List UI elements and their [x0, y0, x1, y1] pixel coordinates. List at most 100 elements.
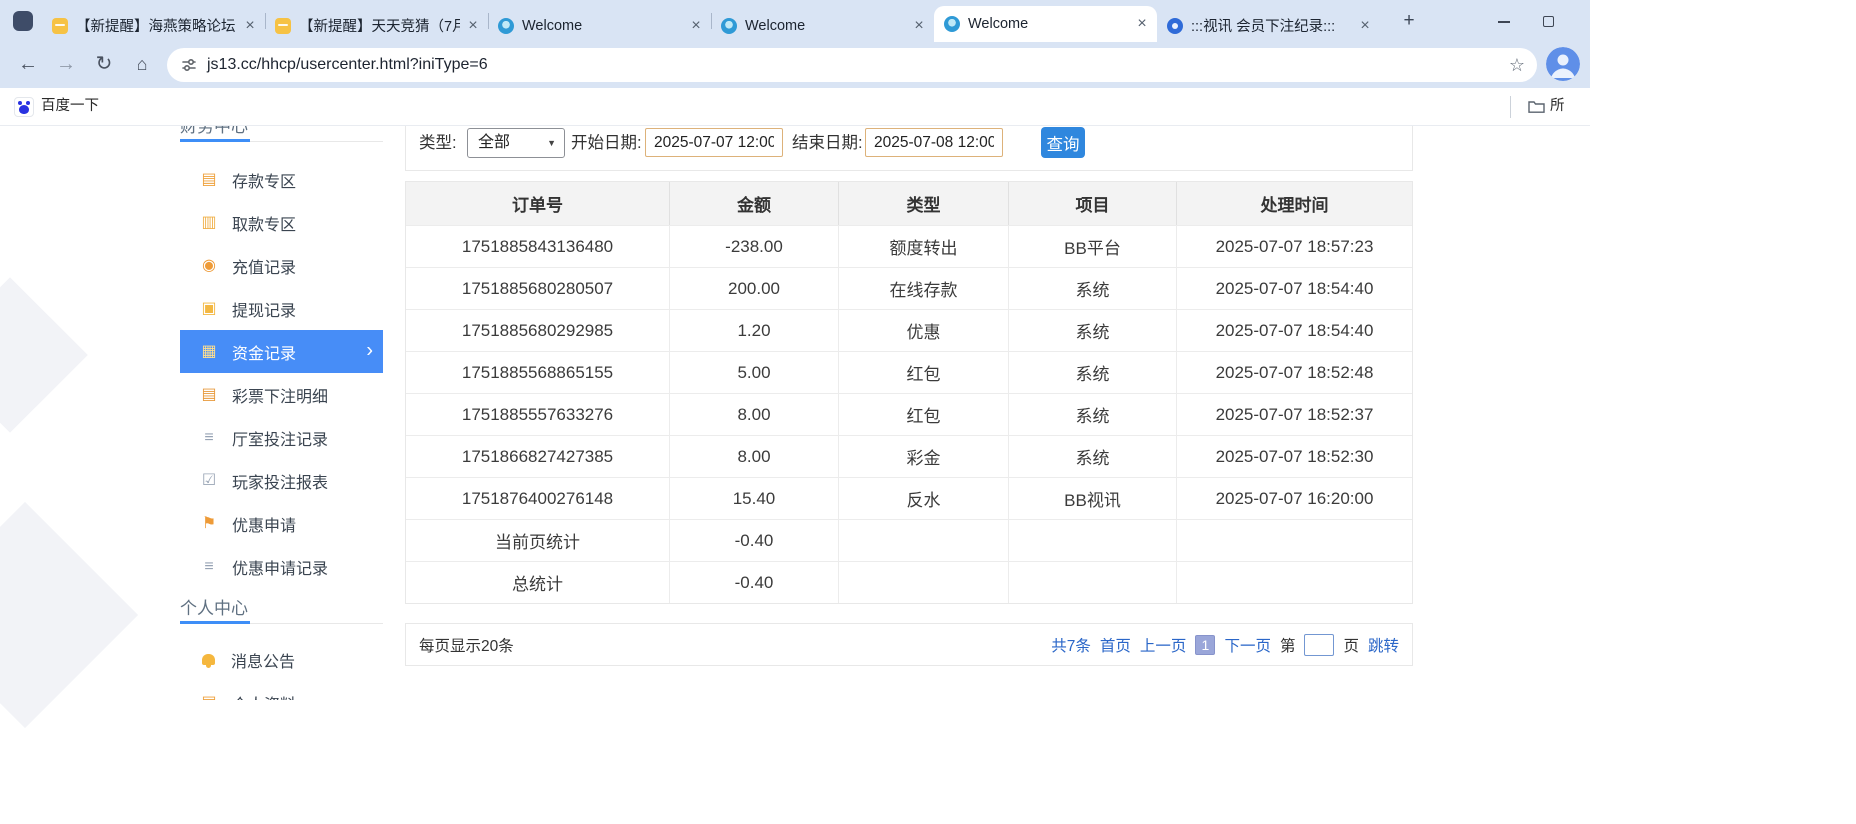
next-page-link[interactable]: 下一页: [1224, 634, 1271, 656]
forward-button[interactable]: →: [50, 48, 82, 80]
deco-triangle-1: [0, 277, 88, 433]
table-row-page-total: 当前页统计 -0.40: [406, 519, 1412, 561]
back-button[interactable]: ←: [12, 48, 44, 80]
new-tab-button[interactable]: +: [1398, 10, 1420, 32]
cell-project: 系统: [1008, 268, 1176, 309]
table-row: 1751885843136480 -238.00 额度转出 BB平台 2025-…: [406, 225, 1412, 267]
close-icon[interactable]: ×: [687, 17, 705, 35]
site-settings-icon[interactable]: [181, 57, 197, 78]
jump-page-input[interactable]: [1304, 634, 1334, 656]
deco-triangle-2: [0, 502, 138, 728]
record-favicon: [1167, 18, 1183, 34]
tab-welcome-active[interactable]: Welcome ×: [934, 6, 1157, 42]
cell-time: 2025-07-07 18:52:30: [1176, 436, 1412, 477]
sidebar-item-player-bet-report[interactable]: ☑ 玩家投注报表: [180, 459, 383, 502]
tab-welcome-2[interactable]: Welcome ×: [711, 9, 934, 42]
first-page-link[interactable]: 首页: [1100, 634, 1131, 656]
cell-label: 总统计: [406, 562, 669, 603]
page-prefix-label: 第: [1280, 634, 1296, 656]
tab-forum-tiantian[interactable]: 【新提醒】天天竞猜（7月 ×: [265, 9, 488, 42]
sidebar-item-profile-partial[interactable]: ▤ 个人资料: [180, 681, 383, 700]
all-bookmarks-label: 所: [1550, 88, 1565, 125]
cell-type: 红包: [838, 352, 1008, 393]
cell-label: 当前页统计: [406, 520, 669, 561]
table-row: 1751885680280507 200.00 在线存款 系统 2025-07-…: [406, 267, 1412, 309]
table-row: 1751866827427385 8.00 彩金 系统 2025-07-07 1…: [406, 435, 1412, 477]
table-header-row: 订单号 金额 类型 项目 处理时间: [406, 182, 1412, 225]
type-select[interactable]: 全部 ▼: [467, 128, 565, 158]
sidebar-item-promo-apply-records[interactable]: ≡ 优惠申请记录: [180, 545, 383, 588]
lottery-bet-detail-icon: ▤: [200, 387, 218, 403]
cell-amount: -0.40: [669, 520, 838, 561]
table-row-grand-total: 总统计 -0.40: [406, 561, 1412, 603]
prev-page-link[interactable]: 上一页: [1140, 634, 1187, 656]
promo-apply-icon: ⚑: [200, 516, 218, 532]
start-date-label: 开始日期:: [571, 128, 642, 158]
tab-search-icon[interactable]: [13, 11, 33, 31]
close-icon[interactable]: ×: [241, 17, 259, 35]
close-icon[interactable]: ×: [1356, 17, 1374, 35]
section-active-underline: [180, 139, 250, 142]
cell-order-no: 1751885680280507: [406, 268, 669, 309]
url-text: js13.cc/hhcp/usercenter.html?iniType=6: [207, 48, 488, 82]
sidebar-item-withdrawal-records[interactable]: ▣ 提现记录: [180, 287, 383, 330]
cell-project: BB视讯: [1008, 478, 1176, 519]
close-icon[interactable]: ×: [1133, 15, 1151, 33]
sidebar-item-recharge-records[interactable]: ◉ 充值记录: [180, 244, 383, 287]
refresh-button[interactable]: ↻: [88, 48, 120, 80]
minimize-button[interactable]: [1490, 7, 1518, 35]
tab-welcome-1[interactable]: Welcome ×: [488, 9, 711, 42]
folder-icon: [1528, 100, 1545, 118]
cell-type: 额度转出: [838, 226, 1008, 267]
recharge-record-icon: ◉: [200, 258, 218, 274]
cell-project: BB平台: [1008, 226, 1176, 267]
total-count-label: 共7条: [1051, 634, 1091, 656]
sidebar-item-funds-records[interactable]: ▦ 资金记录 ›: [180, 330, 383, 373]
maximize-button[interactable]: [1534, 7, 1562, 35]
cell-type: 彩金: [838, 436, 1008, 477]
sidebar-item-announcements[interactable]: 消息公告: [180, 638, 383, 681]
cell-project: 系统: [1008, 394, 1176, 435]
sidebar-section-finance-title: 财务中心: [180, 126, 248, 137]
end-date-input[interactable]: [865, 128, 1003, 157]
cell-amount: 200.00: [669, 268, 838, 309]
cell-time: 2025-07-07 18:54:40: [1176, 268, 1412, 309]
cell-amount: -238.00: [669, 226, 838, 267]
current-page-indicator[interactable]: 1: [1195, 635, 1215, 655]
jump-link[interactable]: 跳转: [1368, 634, 1399, 656]
start-date-input[interactable]: [645, 128, 783, 157]
sidebar-item-promo-apply[interactable]: ⚑ 优惠申请: [180, 502, 383, 545]
cell-type: 优惠: [838, 310, 1008, 351]
bookmark-baidu[interactable]: 百度一下: [41, 88, 99, 125]
cell-project: 系统: [1008, 352, 1176, 393]
header-type: 类型: [838, 182, 1008, 225]
tab-forum-haiyan[interactable]: 【新提醒】海燕策略论坛 ×: [42, 9, 265, 42]
address-bar[interactable]: js13.cc/hhcp/usercenter.html?iniType=6 ☆: [167, 48, 1537, 82]
tab-strip: 【新提醒】海燕策略论坛 × 【新提醒】天天竞猜（7月 × Welcome × W…: [0, 0, 1590, 42]
cell-type: 反水: [838, 478, 1008, 519]
sidebar-item-lottery-bet-details[interactable]: ▤ 彩票下注明细: [180, 373, 383, 416]
globe-favicon: [721, 18, 737, 34]
profile-avatar[interactable]: [1546, 47, 1580, 81]
home-button[interactable]: ⌂: [126, 48, 158, 80]
forum-favicon: [52, 18, 68, 34]
query-button[interactable]: 查询: [1041, 127, 1085, 158]
cell-time: 2025-07-07 16:20:00: [1176, 478, 1412, 519]
pagination-bar: 每页显示20条 共7条 首页 上一页 1 下一页 第 页 跳转: [405, 623, 1413, 666]
globe-favicon: [944, 16, 960, 32]
bookmark-star-icon[interactable]: ☆: [1509, 48, 1525, 82]
sidebar-item-deposit-zone[interactable]: ▤ 存款专区: [180, 158, 383, 201]
close-icon[interactable]: ×: [464, 17, 482, 35]
promo-apply-record-icon: ≡: [200, 559, 218, 575]
cell-order-no: 1751885680292985: [406, 310, 669, 351]
all-bookmarks-folder[interactable]: 所: [1526, 88, 1586, 125]
tab-video-records[interactable]: :::视讯 会员下注纪录::: ×: [1157, 9, 1380, 42]
cell-project: 系统: [1008, 436, 1176, 477]
cell-amount: 15.40: [669, 478, 838, 519]
sidebar-item-hall-bet-records[interactable]: ≡ 厅室投注记录: [180, 416, 383, 459]
deposit-icon: ▤: [200, 172, 218, 188]
close-icon[interactable]: ×: [910, 17, 928, 35]
sidebar-item-withdraw-zone[interactable]: ▥ 取款专区: [180, 201, 383, 244]
cell-type: 在线存款: [838, 268, 1008, 309]
cell-time: 2025-07-07 18:57:23: [1176, 226, 1412, 267]
